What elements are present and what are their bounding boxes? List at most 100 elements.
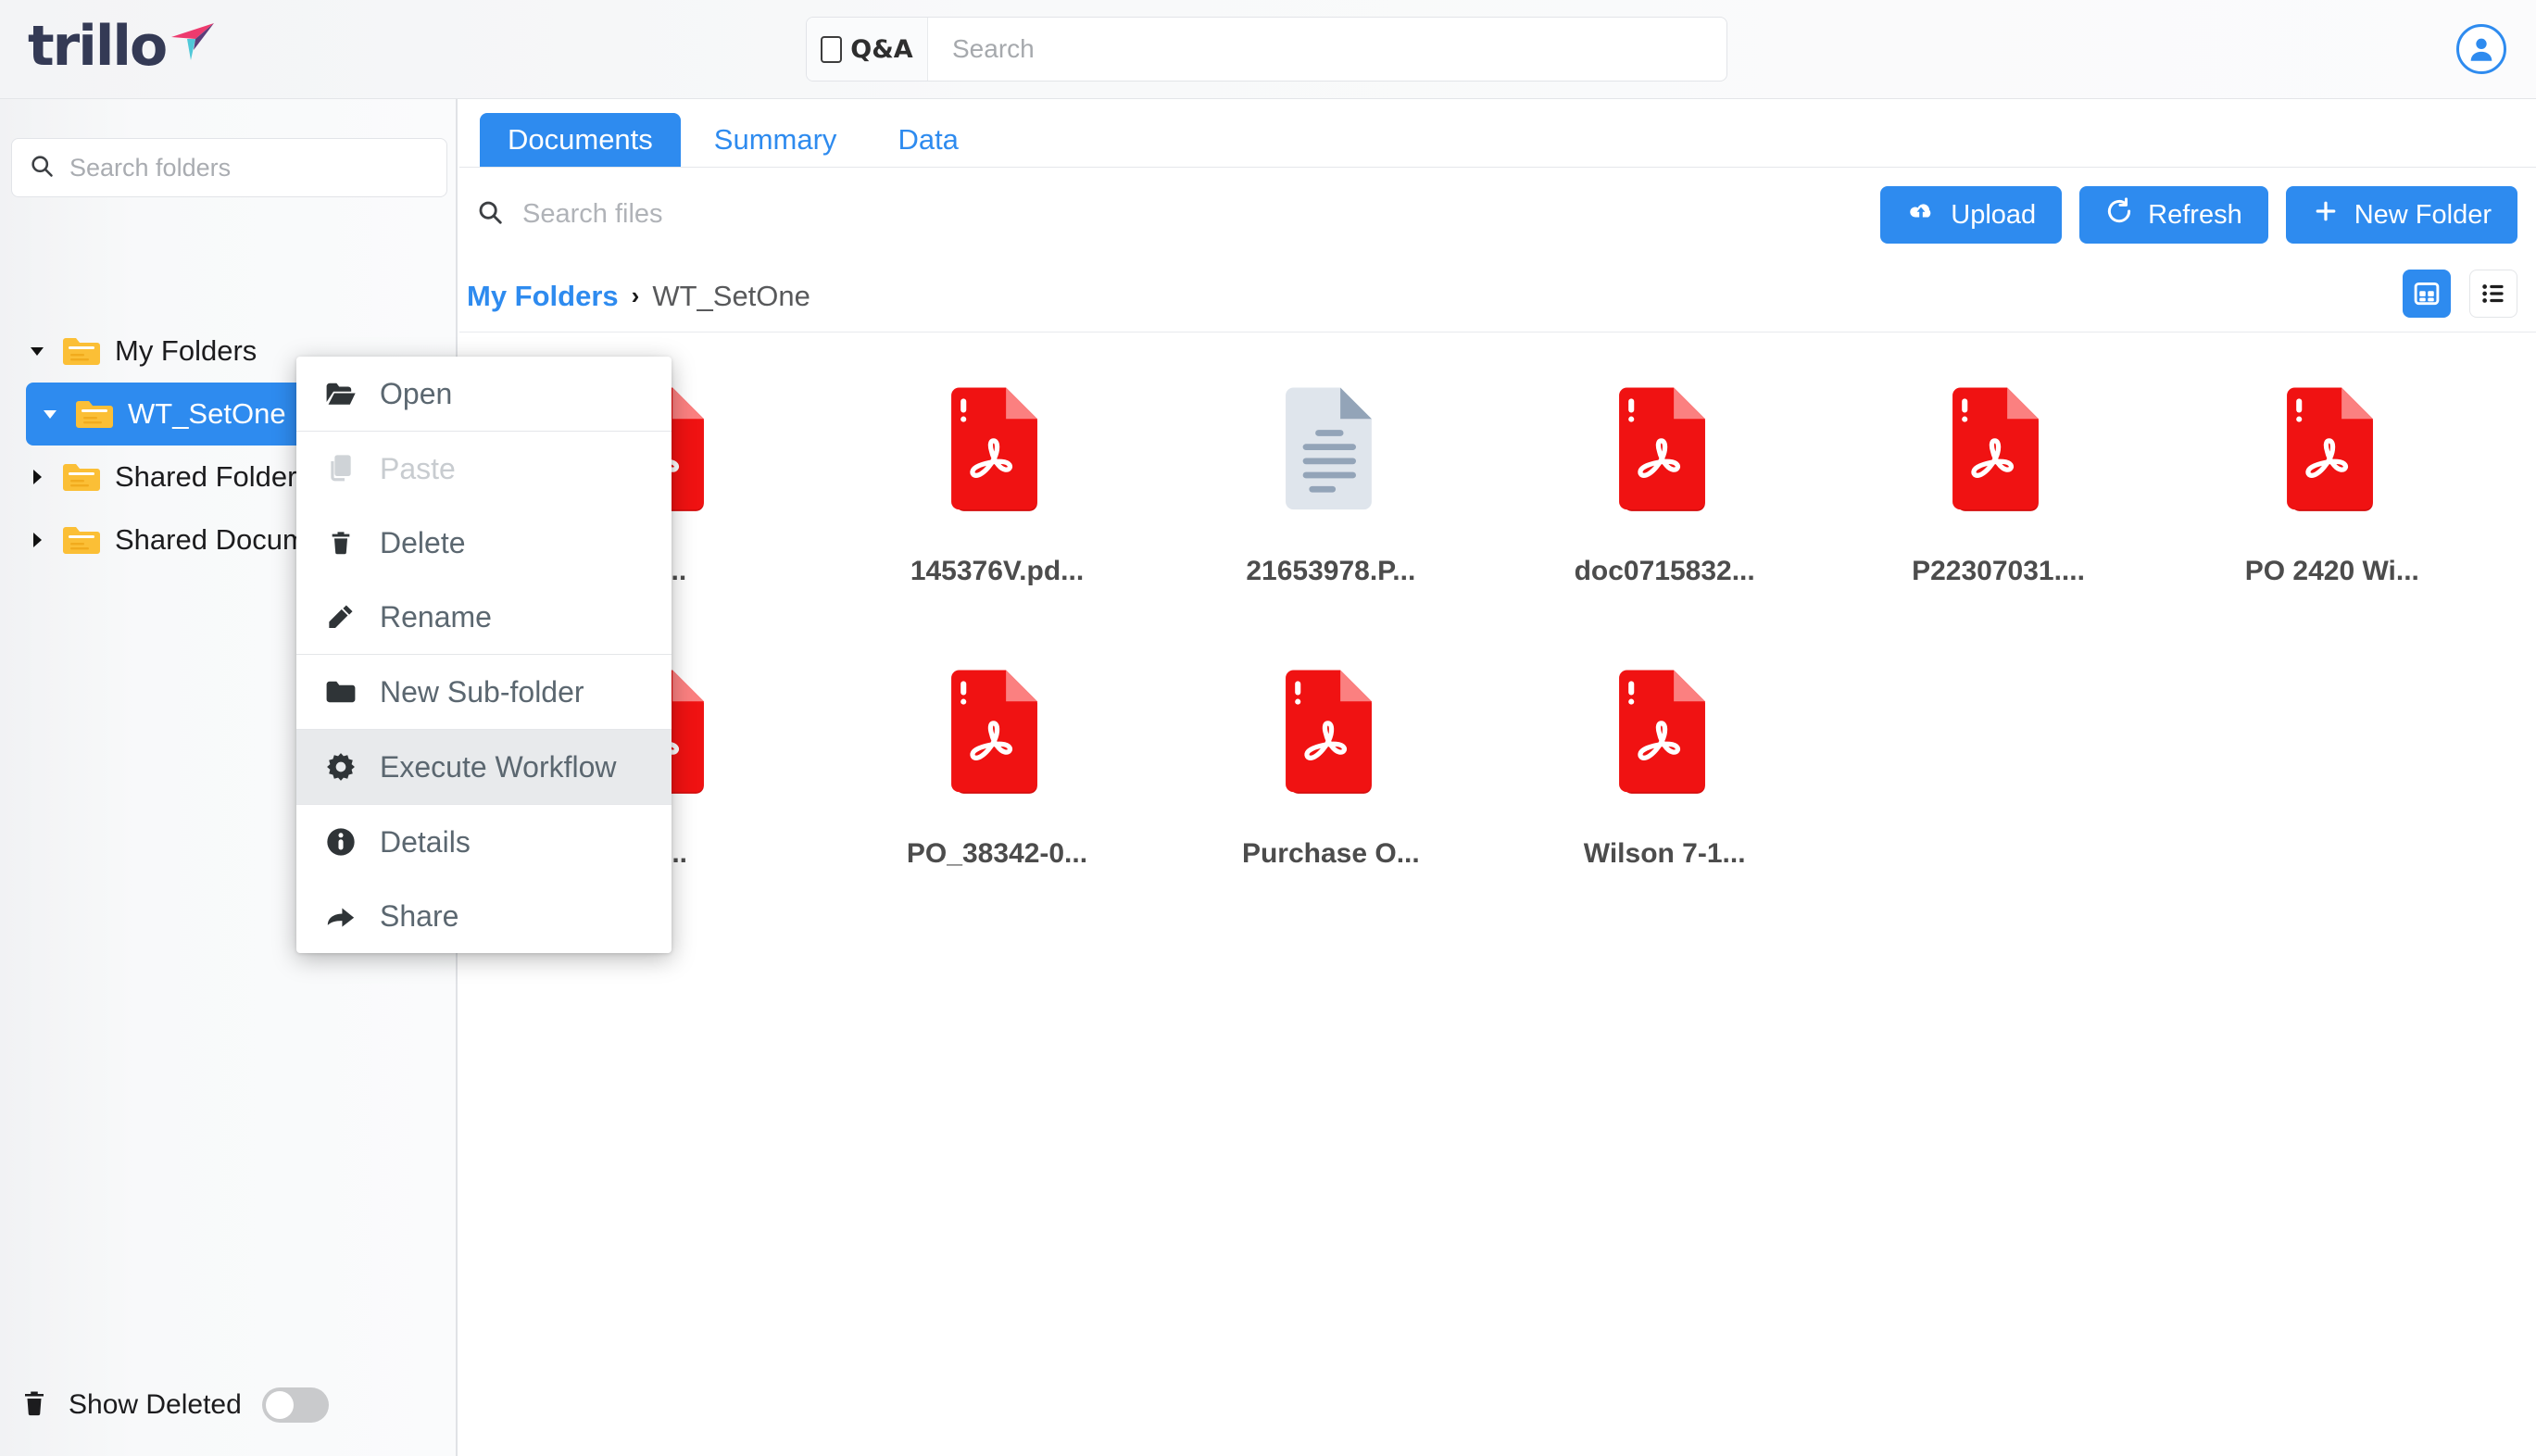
file-tile[interactable]: P22307031....: [1831, 350, 2165, 633]
file-name: 145376V.pd...: [910, 556, 1085, 586]
user-circle-icon: [2470, 38, 2492, 61]
file-tile[interactable]: doc0715832...: [1498, 350, 1831, 633]
gear-icon: [324, 752, 358, 782]
folder-search-input[interactable]: [69, 153, 430, 182]
tab-bar: Documents Summary Data: [459, 99, 2536, 168]
plus-icon: [2312, 197, 2340, 232]
file-name: Purchase O...: [1241, 838, 1420, 869]
context-menu-item-details[interactable]: Details: [296, 805, 672, 879]
pdf-file-icon: [1281, 649, 1381, 816]
user-avatar[interactable]: [2456, 24, 2506, 74]
folder-icon: [74, 397, 122, 431]
list-view-button[interactable]: [2469, 270, 2517, 318]
pdf-file-icon: [1948, 367, 2048, 533]
file-tile[interactable]: PO_38342-0...: [830, 633, 1163, 915]
trash-icon: [324, 528, 358, 558]
logo-text: trillo: [28, 14, 168, 79]
folder-icon: [324, 679, 358, 705]
context-menu-item-rename[interactable]: Rename: [296, 580, 672, 654]
breadcrumb-root[interactable]: My Folders: [467, 280, 619, 313]
file-grid: 3.... 145376V.pd...: [459, 333, 2536, 1454]
chevron-right-icon[interactable]: [26, 466, 61, 488]
pdf-file-icon: [1614, 367, 1714, 533]
qa-toggle[interactable]: Q&A: [807, 18, 928, 81]
file-name: doc0715832...: [1574, 556, 1755, 586]
file-tile[interactable]: Wilson 7-1...: [1498, 633, 1831, 915]
file-name: 21653978.P...: [1246, 556, 1416, 586]
chevron-down-icon[interactable]: [39, 403, 74, 425]
breadcrumb: My Folders › WT_SetOne: [459, 280, 810, 313]
context-menu-label: Delete: [380, 525, 466, 559]
main-content: Documents Summary Data Up: [459, 99, 2536, 1456]
file-name: PO 2420 Wi...: [2244, 556, 2419, 586]
context-menu-item-paste: Paste: [296, 432, 672, 506]
refresh-icon: [2105, 197, 2133, 232]
context-menu-label: Execute Workflow: [380, 749, 617, 784]
qa-checkbox[interactable]: [821, 35, 843, 63]
file-search-box[interactable]: [469, 188, 1228, 240]
context-menu-item-open[interactable]: Open: [296, 357, 672, 431]
context-menu-label: New Sub-folder: [380, 674, 584, 709]
refresh-button[interactable]: Refresh: [2079, 186, 2268, 244]
tab-data[interactable]: Data: [870, 113, 986, 167]
context-menu-item-share[interactable]: Share: [296, 879, 672, 953]
global-search-input[interactable]: [928, 18, 1726, 81]
share-icon: [324, 902, 358, 930]
grid-icon: [2414, 282, 2440, 306]
context-menu-label: Open: [380, 376, 453, 410]
folder-icon: [61, 334, 109, 368]
upload-label: Upload: [1951, 199, 2037, 230]
file-name: Wilson 7-1...: [1583, 838, 1746, 869]
upload-button[interactable]: Upload: [1880, 186, 2063, 244]
pdf-file-icon: [947, 649, 1047, 816]
context-menu-label: Paste: [380, 451, 456, 485]
cloud-upload-icon: [1906, 199, 1936, 231]
folder-search-box[interactable]: [11, 138, 447, 197]
folder-icon: [61, 460, 109, 494]
pdf-file-icon: [2282, 367, 2382, 533]
sidebar-item-label: WT_SetOne: [128, 397, 286, 430]
grid-view-button[interactable]: [2403, 270, 2451, 318]
file-tile[interactable]: Purchase O...: [1164, 633, 1498, 915]
file-tile[interactable]: 145376V.pd...: [830, 350, 1163, 633]
show-deleted-row[interactable]: Show Deleted: [20, 1387, 329, 1423]
show-deleted-label: Show Deleted: [69, 1389, 242, 1420]
breadcrumb-current: WT_SetOne: [652, 279, 810, 312]
sidebar-item-label: My Folders: [115, 334, 257, 367]
search-icon: [29, 153, 55, 183]
folder-open-icon: [324, 381, 358, 407]
pencil-icon: [324, 602, 358, 632]
trash-icon: [20, 1388, 48, 1423]
pdf-file-icon: [1614, 649, 1714, 816]
folder-icon: [61, 523, 109, 557]
context-menu-item-execute-workflow[interactable]: Execute Workflow: [296, 730, 672, 804]
breadcrumb-separator: ›: [631, 282, 640, 309]
generic-document-icon: [1281, 367, 1381, 533]
context-menu-label: Rename: [380, 599, 492, 634]
file-name: PO_38342-0...: [906, 838, 1088, 869]
new-folder-button[interactable]: New Folder: [2285, 186, 2517, 244]
context-menu-label: Share: [380, 898, 459, 933]
tab-documents[interactable]: Documents: [480, 113, 681, 167]
chevron-down-icon[interactable]: [26, 340, 61, 362]
file-toolbar: Upload Refresh New Folder: [459, 168, 2536, 260]
copy-icon: [324, 454, 358, 483]
show-deleted-toggle[interactable]: [261, 1387, 329, 1423]
list-icon: [2482, 284, 2504, 303]
file-tile[interactable]: 21653978.P...: [1164, 350, 1498, 633]
global-search-bar[interactable]: Q&A: [806, 17, 1727, 82]
new-folder-label: New Folder: [2354, 199, 2492, 230]
context-menu: Open Paste Delete Rename New Sub-folder …: [296, 357, 672, 953]
context-menu-item-delete[interactable]: Delete: [296, 506, 672, 580]
context-menu-item-new-subfolder[interactable]: New Sub-folder: [296, 655, 672, 729]
tab-summary[interactable]: Summary: [686, 113, 865, 167]
app-logo[interactable]: trillo: [28, 19, 218, 74]
file-name: P22307031....: [1912, 556, 2085, 586]
file-tile[interactable]: PO 2420 Wi...: [2166, 350, 2499, 633]
refresh-label: Refresh: [2148, 199, 2242, 230]
logo-arrow-icon: [168, 22, 218, 65]
breadcrumb-bar: My Folders › WT_SetOne: [459, 260, 2536, 333]
chevron-right-icon[interactable]: [26, 529, 61, 551]
info-icon: [324, 827, 358, 857]
file-search-input[interactable]: [522, 198, 1228, 230]
